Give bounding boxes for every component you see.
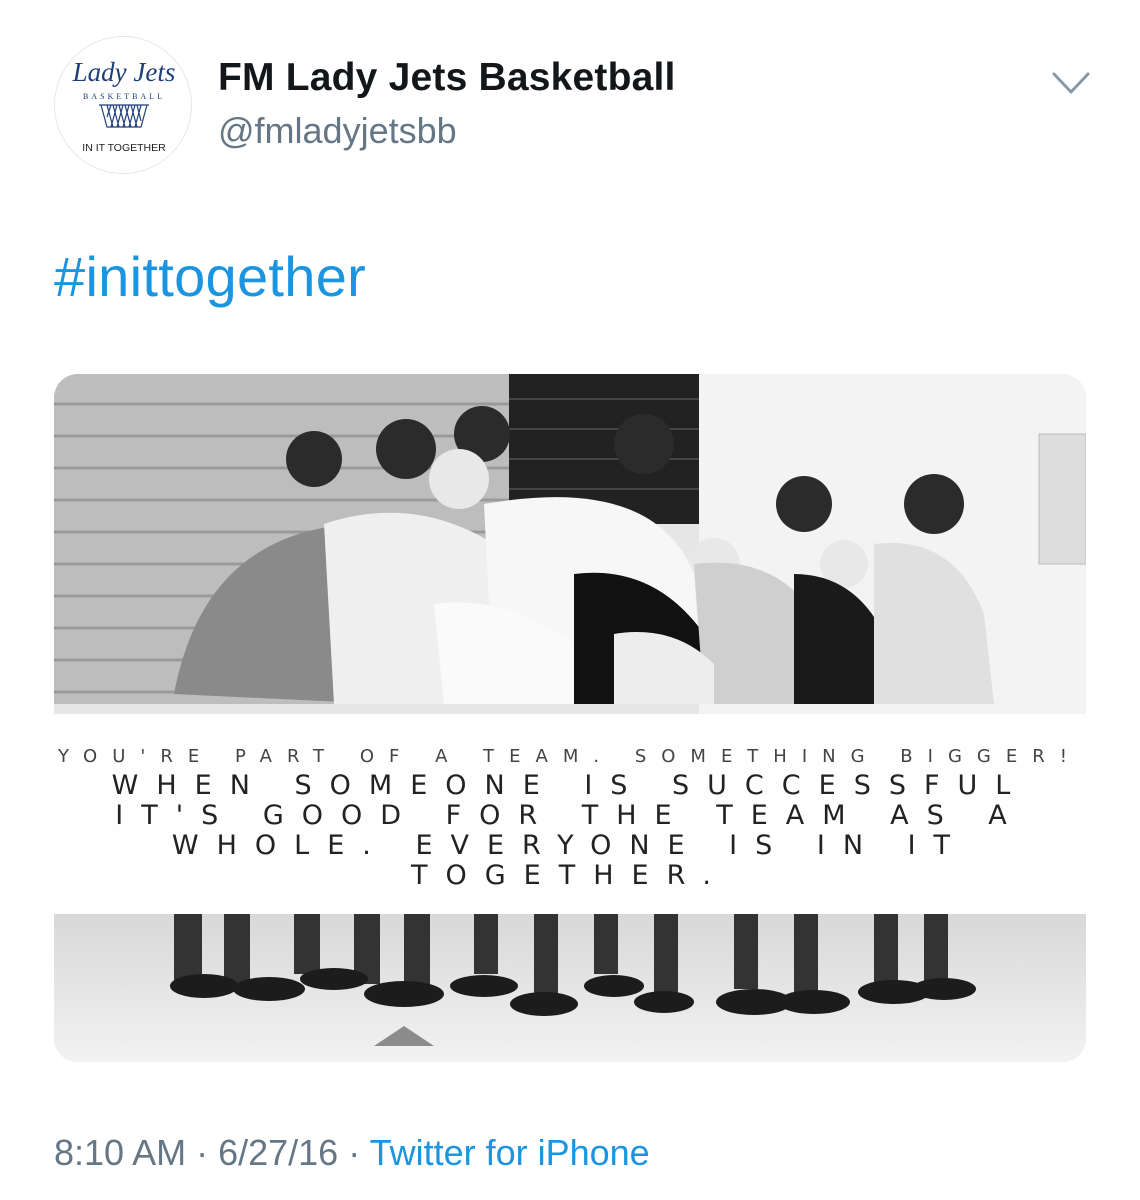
display-name[interactable]: FM Lady Jets Basketball — [218, 56, 676, 100]
tweet: Lady Jets BASKETBALL IN IT TOGETHER FM L… — [0, 0, 1140, 1200]
user-handle[interactable]: @fmladyjetsbb — [218, 110, 457, 152]
avatar[interactable]: Lady Jets BASKETBALL IN IT TOGETHER — [54, 36, 192, 174]
hashtag-link[interactable]: #inittogether — [54, 244, 366, 309]
quote-body: WHEN SOMEONE IS SUCCESSFUL IT'S GOOD FOR… — [111, 770, 1029, 891]
meta-separator: · — [186, 1132, 219, 1173]
quote-line1: YOU'RE PART OF A TEAM. SOMETHING BIGGER! — [58, 746, 1082, 767]
chevron-down-icon[interactable] — [1050, 66, 1092, 100]
logo-script: Lady Jets — [72, 57, 176, 87]
meta-separator-2: · — [338, 1132, 370, 1173]
logo-tagline: IN IT TOGETHER — [82, 142, 166, 154]
tweet-date[interactable]: 6/27/16 — [218, 1132, 338, 1173]
logo-sub: BASKETBALL — [83, 92, 165, 101]
basketball-net-icon — [99, 104, 149, 128]
tweet-source-link[interactable]: Twitter for iPhone — [370, 1132, 650, 1173]
tweet-image[interactable]: YOU'RE PART OF A TEAM. SOMETHING BIGGER!… — [54, 374, 1086, 1062]
tweet-time[interactable]: 8:10 AM — [54, 1132, 186, 1173]
tweet-meta: 8:10 AM · 6/27/16 · Twitter for iPhone — [54, 1132, 650, 1174]
quote-overlay: YOU'RE PART OF A TEAM. SOMETHING BIGGER!… — [54, 714, 1086, 914]
lady-jets-logo: Lady Jets BASKETBALL IN IT TOGETHER — [72, 57, 176, 154]
